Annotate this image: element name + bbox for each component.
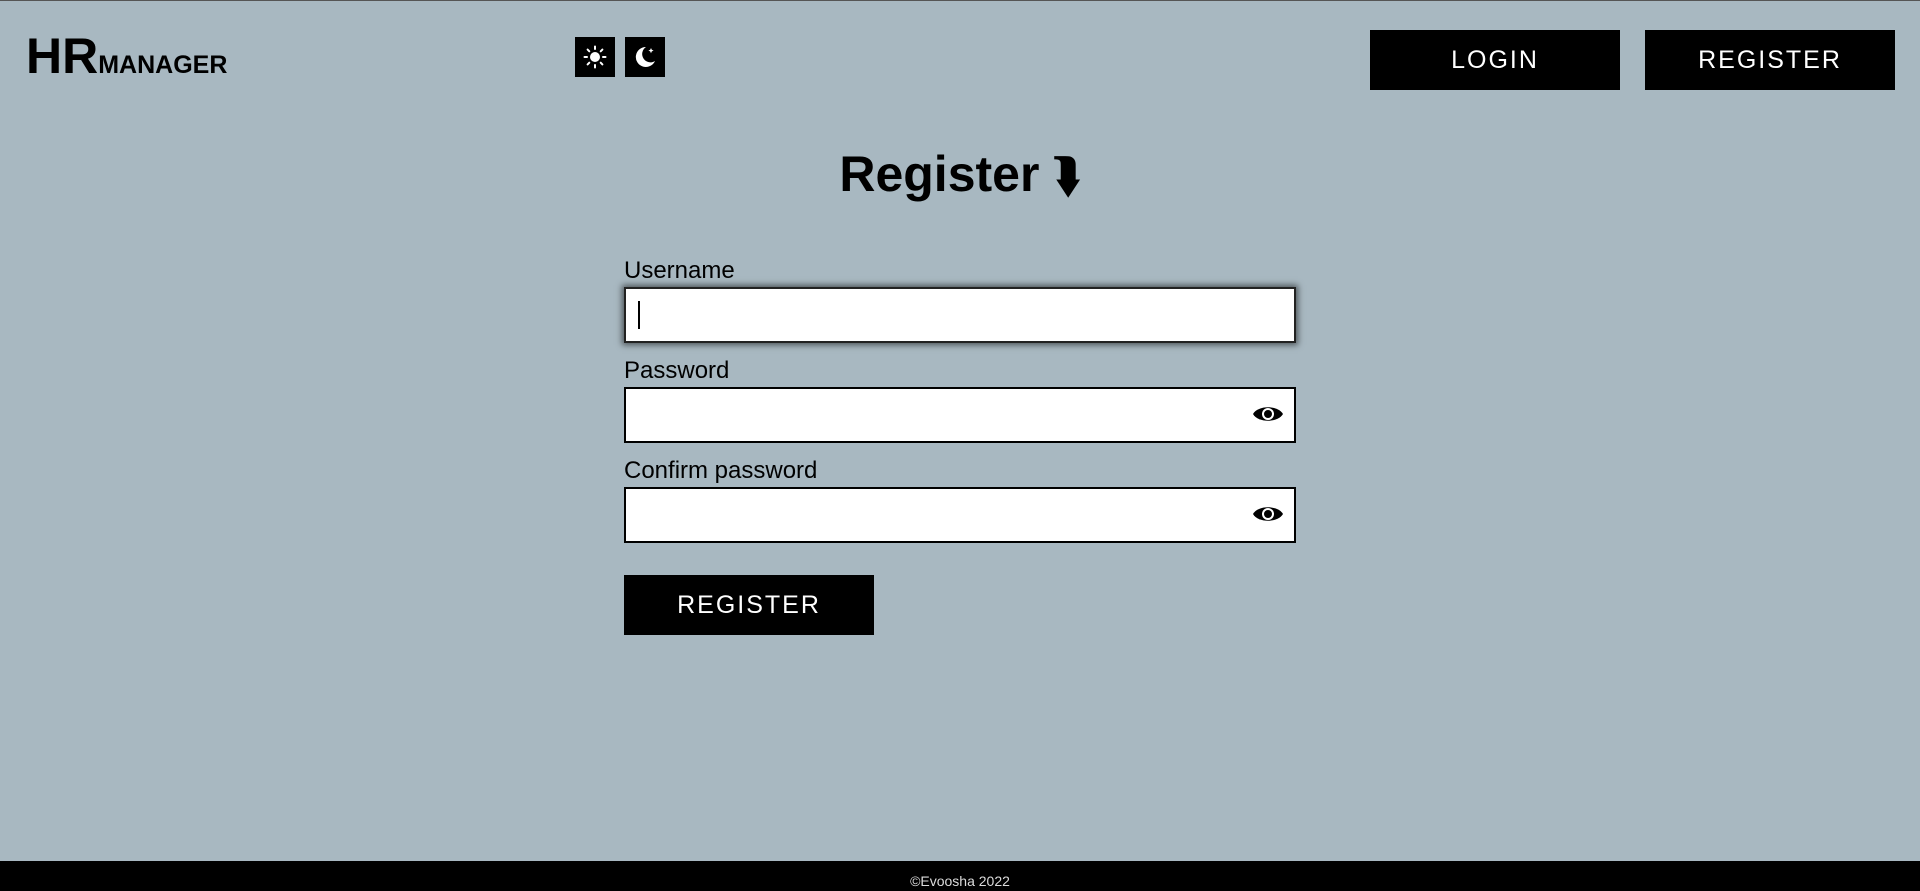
show-confirm-password-icon[interactable]	[1252, 502, 1284, 526]
login-nav-button[interactable]: LOGIN	[1370, 30, 1620, 90]
password-input[interactable]	[624, 387, 1296, 443]
register-form: Username Password Confirm password	[624, 255, 1296, 555]
sun-icon	[583, 45, 607, 69]
password-field-wrapper	[624, 387, 1296, 443]
arrow-down-icon: ⮯	[1053, 149, 1081, 201]
confirm-password-field-wrapper	[624, 487, 1296, 543]
confirm-password-input[interactable]	[624, 487, 1296, 543]
footer: ©Evoosha 2022	[0, 861, 1920, 891]
light-theme-button[interactable]	[575, 37, 615, 77]
confirm-password-label: Confirm password	[624, 457, 818, 484]
brand-logo[interactable]: HRMANAGER	[26, 31, 227, 81]
moon-icon	[635, 46, 655, 67]
username-field-wrapper	[624, 287, 1296, 343]
text-caret	[638, 301, 640, 329]
password-label: Password	[624, 357, 730, 384]
brand-primary: HR	[26, 28, 99, 84]
dark-theme-button[interactable]	[625, 37, 665, 77]
register-submit-button[interactable]: REGISTER	[624, 575, 874, 635]
page-title-text: Register	[839, 146, 1040, 202]
copyright-text: ©Evoosha 2022	[910, 873, 1010, 889]
show-password-icon[interactable]	[1252, 402, 1284, 426]
page-title: Register ⮯	[0, 149, 1920, 199]
brand-secondary: MANAGER	[98, 51, 228, 79]
username-label: Username	[624, 257, 735, 284]
register-nav-button[interactable]: REGISTER	[1645, 30, 1895, 90]
username-input[interactable]	[624, 287, 1296, 343]
